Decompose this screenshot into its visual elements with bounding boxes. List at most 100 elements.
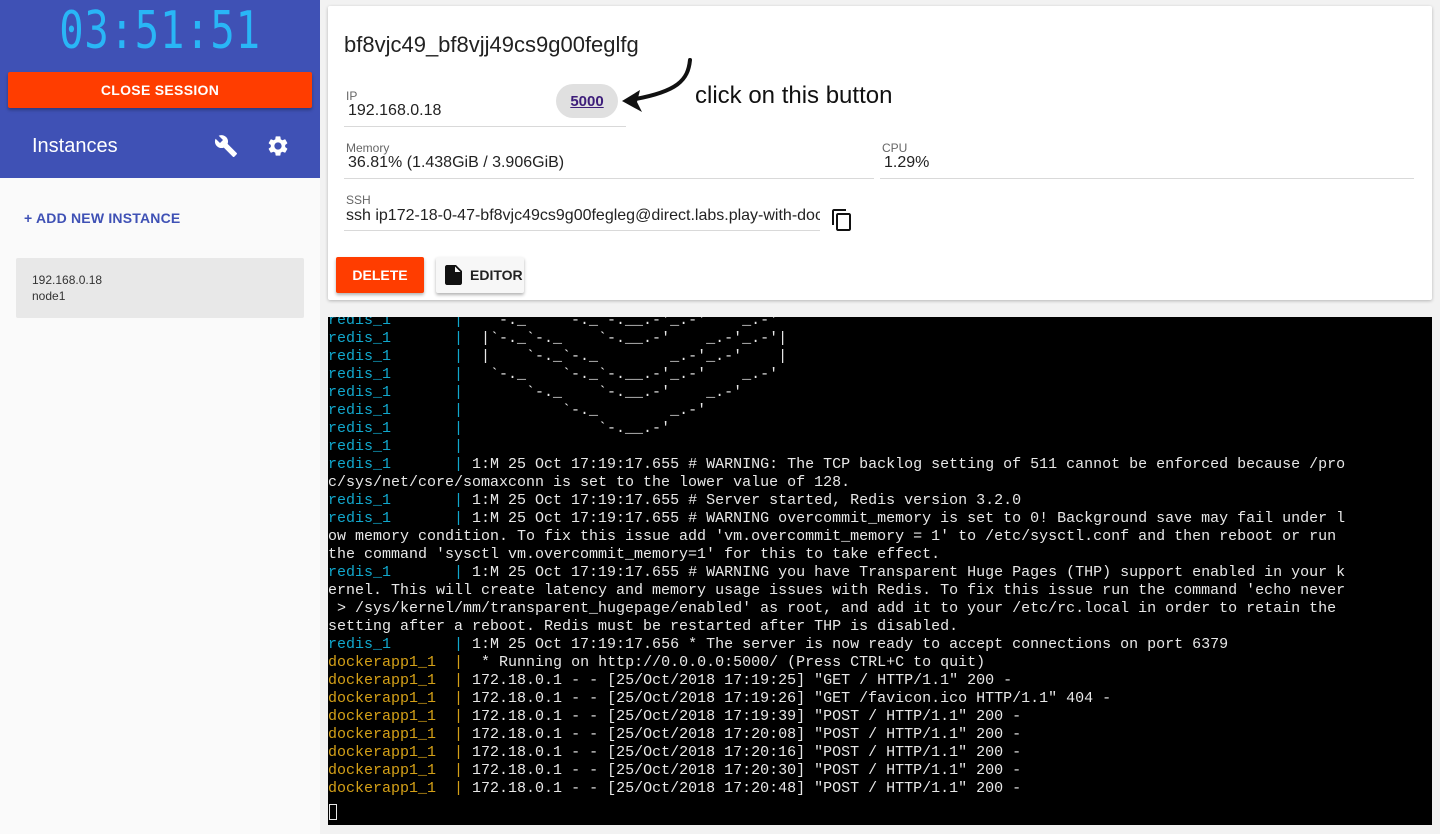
terminal-service-name: dockerapp1_1 xyxy=(328,780,437,797)
delete-button[interactable]: DELETE xyxy=(336,257,424,293)
terminal-separator: | xyxy=(391,384,464,401)
ip-value: 192.168.0.18 xyxy=(348,102,442,119)
terminal-separator: | xyxy=(436,762,464,779)
terminal-line-text: `-._ `-.__.-' _.-' xyxy=(463,384,743,401)
terminal-separator: | xyxy=(436,672,464,689)
terminal-cursor xyxy=(329,804,337,820)
terminal-line-text: 1:M 25 Oct 17:19:17.655 # Server started… xyxy=(463,492,1022,509)
terminal-line: dockerapp1_1 | 172.18.0.1 - - [25/Oct/20… xyxy=(328,690,1345,708)
terminal-service-name: redis_1 xyxy=(328,366,392,383)
terminal-separator: | xyxy=(391,510,464,527)
ip-label: IP xyxy=(346,89,358,103)
terminal-separator: | xyxy=(436,744,464,761)
terminal-separator: | xyxy=(436,726,464,743)
terminal-service-name: redis_1 xyxy=(328,492,392,509)
ssh-command-field[interactable]: ssh ip172-18-0-47-bf8vjc49cs9g00fegleg@d… xyxy=(346,207,820,225)
terminal-line-text: `-._ `-._`-.__.-'_.-' _.-' xyxy=(463,366,779,383)
close-session-button[interactable]: CLOSE SESSION xyxy=(8,72,312,108)
file-icon xyxy=(445,265,463,285)
terminal-line-text: setting after a reboot. Redis must be re… xyxy=(328,618,959,635)
terminal-service-name: dockerapp1_1 xyxy=(328,690,437,707)
terminal-service-name: redis_1 xyxy=(328,402,392,419)
ssh-label: SSH xyxy=(346,193,371,207)
terminal-line-text: `-._ _.-' xyxy=(463,402,707,419)
terminal-service-name: redis_1 xyxy=(328,317,392,329)
terminal-line-text: 172.18.0.1 - - [25/Oct/2018 17:20:16] "P… xyxy=(463,744,1022,761)
terminal-line-text: 1:M 25 Oct 17:19:17.655 # WARNING: The T… xyxy=(463,456,1346,473)
terminal-line-text: 1:M 25 Oct 17:19:17.655 # WARNING overco… xyxy=(463,510,1346,527)
ssh-field-underline xyxy=(344,230,820,231)
gear-icon[interactable] xyxy=(266,134,290,158)
terminal[interactable]: redis_1 | `-._ `-._`-.__.-'_.-' _.-' redi… xyxy=(328,317,1432,825)
terminal-line-text: ernel. This will create latency and memo… xyxy=(328,582,1346,599)
terminal-line: redis_1 | `-._ `-._`-.__.-'_.-' _.-' xyxy=(328,317,1345,330)
terminal-service-name: redis_1 xyxy=(328,510,392,527)
terminal-line: redis_1 | 1:M 25 Oct 17:19:17.655 # WARN… xyxy=(328,564,1345,582)
terminal-service-name: dockerapp1_1 xyxy=(328,654,437,671)
terminal-line-text: 1:M 25 Oct 17:19:17.655 # WARNING you ha… xyxy=(463,564,1346,581)
terminal-service-name: redis_1 xyxy=(328,384,392,401)
terminal-separator: | xyxy=(391,456,464,473)
instance-list-item[interactable]: 192.168.0.18 node1 xyxy=(16,258,304,318)
copy-icon[interactable] xyxy=(830,208,854,232)
terminal-line-text: 1:M 25 Oct 17:19:17.656 * The server is … xyxy=(463,636,1229,653)
terminal-line-text: 172.18.0.1 - - [25/Oct/2018 17:19:25] "G… xyxy=(463,672,1013,689)
arrow-icon xyxy=(618,58,698,120)
instances-title: Instances xyxy=(32,135,118,157)
terminal-separator: | xyxy=(391,636,464,653)
terminal-line: redis_1 | xyxy=(328,438,1345,456)
ip-field-underline xyxy=(344,126,552,127)
terminal-line: redis_1 | 1:M 25 Oct 17:19:17.656 * The … xyxy=(328,636,1345,654)
editor-button[interactable]: EDITOR xyxy=(436,257,524,293)
cpu-value: 1.29% xyxy=(884,154,930,171)
terminal-service-name: dockerapp1_1 xyxy=(328,762,437,779)
terminal-line: redis_1 | 1:M 25 Oct 17:19:17.655 # Serv… xyxy=(328,492,1345,510)
terminal-separator: | xyxy=(436,654,464,671)
terminal-line: dockerapp1_1 | 172.18.0.1 - - [25/Oct/20… xyxy=(328,726,1345,744)
terminal-line: dockerapp1_1 | 172.18.0.1 - - [25/Oct/20… xyxy=(328,744,1345,762)
memory-field-underline xyxy=(344,178,874,179)
memory-label: Memory xyxy=(346,141,390,155)
terminal-line-text: 172.18.0.1 - - [25/Oct/2018 17:20:48] "P… xyxy=(463,780,1022,797)
add-new-instance-button[interactable]: + ADD NEW INSTANCE xyxy=(24,210,180,226)
instance-hostname: bf8vjc49_bf8vjj49cs9g00feglfg xyxy=(344,32,639,57)
terminal-line: > /sys/kernel/mm/transparent_hugepage/en… xyxy=(328,600,1345,618)
terminal-line: redis_1 | |`-._`-._ `-.__.-' _.-'_.-'| xyxy=(328,330,1345,348)
sidebar-header: 03:51:51 CLOSE SESSION Instances xyxy=(0,0,320,178)
terminal-line: dockerapp1_1 | 172.18.0.1 - - [25/Oct/20… xyxy=(328,672,1345,690)
terminal-output: redis_1 | `-._ `-._`-.__.-'_.-' _.-' redi… xyxy=(328,317,1345,798)
terminal-service-name: redis_1 xyxy=(328,438,392,455)
terminal-line: dockerapp1_1 | 172.18.0.1 - - [25/Oct/20… xyxy=(328,780,1345,798)
terminal-line-text: |`-._`-._ `-.__.-' _.-'_.-'| xyxy=(463,330,788,347)
terminal-service-name: dockerapp1_1 xyxy=(328,672,437,689)
terminal-separator: | xyxy=(436,708,464,725)
terminal-separator: | xyxy=(391,330,464,347)
wrench-icon[interactable] xyxy=(214,134,238,158)
terminal-line: redis_1 | `-._ _.-' xyxy=(328,402,1345,420)
terminal-service-name: redis_1 xyxy=(328,420,392,437)
terminal-line-text: > /sys/kernel/mm/transparent_hugepage/en… xyxy=(328,600,1337,617)
terminal-separator: | xyxy=(436,780,464,797)
instance-details-card: bf8vjc49_bf8vjj49cs9g00feglfg IP 192.168… xyxy=(328,6,1432,300)
terminal-line: redis_1 | 1:M 25 Oct 17:19:17.655 # WARN… xyxy=(328,510,1345,528)
terminal-line-text: 172.18.0.1 - - [25/Oct/2018 17:19:39] "P… xyxy=(463,708,1022,725)
cpu-label: CPU xyxy=(882,141,908,155)
terminal-service-name: redis_1 xyxy=(328,564,392,581)
terminal-line: dockerapp1_1 | * Running on http://0.0.0… xyxy=(328,654,1345,672)
terminal-line: redis_1 | 1:M 25 Oct 17:19:17.655 # WARN… xyxy=(328,456,1345,474)
terminal-service-name: dockerapp1_1 xyxy=(328,726,437,743)
terminal-line: the command 'sysctl vm.overcommit_memory… xyxy=(328,546,1345,564)
port-field-underline xyxy=(552,126,626,127)
terminal-service-name: dockerapp1_1 xyxy=(328,708,437,725)
terminal-separator: | xyxy=(391,420,464,437)
terminal-separator: | xyxy=(391,438,464,455)
editor-button-label: EDITOR xyxy=(470,267,523,283)
port-5000-button[interactable]: 5000 xyxy=(556,84,618,118)
terminal-service-name: dockerapp1_1 xyxy=(328,744,437,761)
cpu-field-underline xyxy=(880,178,1414,179)
terminal-line: setting after a reboot. Redis must be re… xyxy=(328,618,1345,636)
terminal-line-text: `-._ `-._`-.__.-'_.-' _.-' xyxy=(463,317,779,329)
terminal-separator: | xyxy=(391,366,464,383)
terminal-line: redis_1 | `-._ `-._`-.__.-'_.-' _.-' xyxy=(328,366,1345,384)
terminal-line: ow memory condition. To fix this issue a… xyxy=(328,528,1345,546)
